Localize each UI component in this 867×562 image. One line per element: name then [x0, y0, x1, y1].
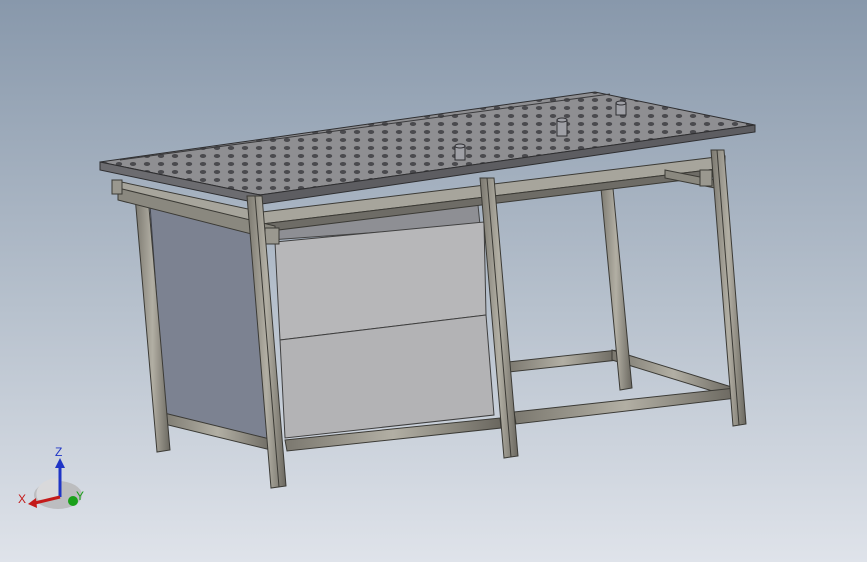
drawer-cabinet[interactable]: [269, 204, 495, 439]
model-canvas[interactable]: Z X Y: [0, 0, 867, 562]
z-axis-label: Z: [55, 445, 62, 459]
x-axis-label: X: [18, 492, 26, 506]
pin: [454, 143, 466, 161]
pin: [556, 117, 568, 137]
pin: [615, 100, 627, 116]
3d-model-viewport[interactable]: Z X Y: [0, 0, 867, 562]
y-axis-label: Y: [76, 489, 84, 503]
